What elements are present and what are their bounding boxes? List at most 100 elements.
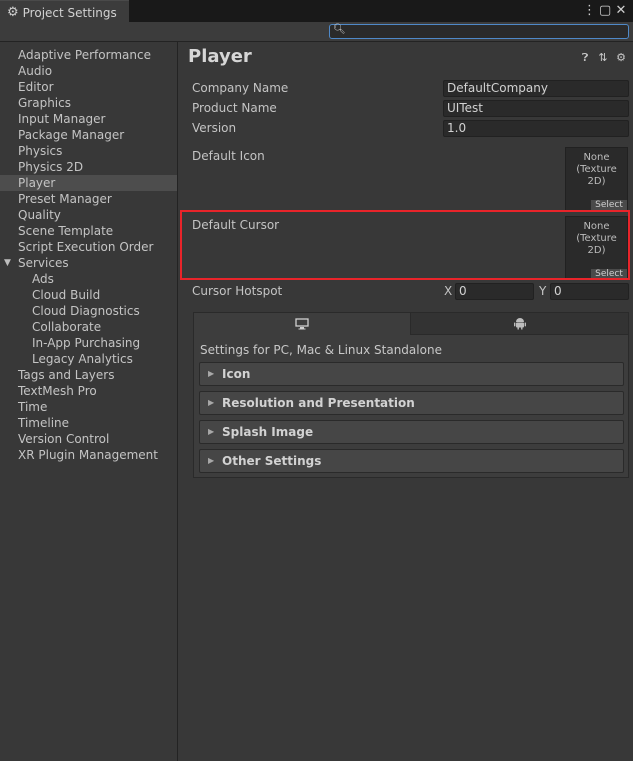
platform-tabs — [194, 313, 628, 335]
sidebar-item-tags-and-layers[interactable]: Tags and Layers — [0, 367, 177, 383]
sidebar-item-label: Package Manager — [18, 128, 125, 142]
expand-arrow-icon: ▶ — [208, 369, 215, 378]
sidebar-item-label: Physics 2D — [18, 160, 84, 174]
sidebar-item-label: Tags and Layers — [18, 368, 115, 382]
search-box[interactable]: 🔍︎ — [329, 24, 629, 39]
sidebar-item-label: Physics — [18, 144, 63, 158]
help-icon[interactable]: ❓︎ — [579, 51, 591, 65]
sidebar-item-label: Quality — [18, 208, 61, 222]
settings-sidebar: Adaptive Performance Audio Editor Graphics I… — [0, 42, 178, 761]
company-name-label: Company Name — [192, 81, 289, 95]
player-settings-panel: Player ❓︎ ⇅ ⚙ Company Name DefaultCompan… — [179, 42, 633, 761]
default-icon-value: None (Texture 2D) — [566, 152, 627, 188]
window-controls: ⋮ ▢ ✕ — [583, 2, 627, 20]
default-icon-texture-field[interactable]: None (Texture 2D) Select — [565, 147, 628, 211]
sidebar-item-label: Script Execution Order — [18, 240, 154, 254]
hotspot-y-label: Y — [539, 284, 547, 298]
sidebar-item-physics[interactable]: Physics — [0, 143, 177, 159]
search-input[interactable] — [344, 25, 624, 38]
hotspot-x-field[interactable]: 0 — [455, 283, 534, 300]
monitor-icon — [295, 318, 309, 330]
sidebar-item-xr-plugin-management[interactable]: XR Plugin Management — [0, 447, 177, 463]
platform-caption: Settings for PC, Mac & Linux Standalone — [200, 343, 442, 357]
section-splash[interactable]: ▶ Splash Image — [199, 420, 624, 444]
company-name-field[interactable]: DefaultCompany — [443, 80, 629, 97]
tab-standalone[interactable] — [194, 313, 411, 335]
maximize-icon[interactable]: ▢ — [599, 2, 611, 20]
close-icon[interactable]: ✕ — [615, 2, 627, 20]
section-other-label: Other Settings — [222, 454, 322, 468]
sidebar-item-label: Legacy Analytics — [32, 352, 133, 366]
window-tab[interactable]: ⚙ Project Settings — [0, 0, 129, 24]
product-name-label: Product Name — [192, 101, 277, 115]
sidebar-item-timeline[interactable]: Timeline — [0, 415, 177, 431]
sidebar-item-label: Timeline — [18, 416, 70, 430]
default-icon-select-button[interactable]: Select — [591, 200, 627, 210]
gear-icon: ⚙ — [7, 5, 19, 20]
sidebar-item-legacy-analytics[interactable]: Legacy Analytics — [0, 351, 177, 367]
sidebar-item-label: Scene Template — [18, 224, 114, 238]
settings-icon[interactable]: ⚙ — [615, 51, 627, 65]
foldout-arrow-icon[interactable]: ▼ — [4, 255, 11, 271]
sidebar-item-time[interactable]: Time — [0, 399, 177, 415]
sidebar-item-graphics[interactable]: Graphics — [0, 95, 177, 111]
sidebar-item-cloud-diagnostics[interactable]: Cloud Diagnostics — [0, 303, 177, 319]
presets-icon[interactable]: ⇅ — [597, 51, 609, 65]
hotspot-y-field[interactable]: 0 — [550, 283, 629, 300]
section-resolution-label: Resolution and Presentation — [222, 396, 415, 410]
sidebar-item-editor[interactable]: Editor — [0, 79, 177, 95]
sidebar-item-audio[interactable]: Audio — [0, 63, 177, 79]
sidebar-item-label: Player — [18, 176, 56, 190]
sidebar-item-label: Preset Manager — [18, 192, 112, 206]
sidebar-item-version-control[interactable]: Version Control — [0, 431, 177, 447]
sidebar-item-ads[interactable]: Ads — [0, 271, 177, 287]
sidebar-item-label: TextMesh Pro — [18, 384, 97, 398]
sidebar-item-label: Graphics — [18, 96, 71, 110]
section-other[interactable]: ▶ Other Settings — [199, 449, 624, 473]
title-bar: ⚙ Project Settings ⋮ ▢ ✕ — [0, 0, 633, 24]
tab-android[interactable] — [411, 313, 628, 335]
sidebar-item-quality[interactable]: Quality — [0, 207, 177, 223]
sidebar-item-label: Cloud Build — [32, 288, 101, 302]
sidebar-item-package-manager[interactable]: Package Manager — [0, 127, 177, 143]
default-icon-value-line2: (Texture 2D) — [576, 164, 617, 187]
sidebar-item-label: Ads — [32, 272, 54, 286]
more-options-icon[interactable]: ⋮ — [583, 2, 596, 20]
expand-arrow-icon: ▶ — [208, 398, 215, 407]
sidebar-item-preset-manager[interactable]: Preset Manager — [0, 191, 177, 207]
sidebar-item-label: Version Control — [18, 432, 110, 446]
section-resolution[interactable]: ▶ Resolution and Presentation — [199, 391, 624, 415]
expand-arrow-icon: ▶ — [208, 427, 215, 436]
default-icon-value-line1: None — [583, 152, 610, 163]
page-title: Player — [188, 46, 252, 67]
section-icon-label: Icon — [222, 367, 251, 381]
window-title: Project Settings — [22, 5, 117, 20]
sidebar-item-label: Adaptive Performance — [18, 48, 151, 62]
sidebar-item-adaptive-performance[interactable]: Adaptive Performance — [0, 47, 177, 63]
sidebar-item-script-execution-order[interactable]: Script Execution Order — [0, 239, 177, 255]
sidebar-item-textmesh-pro[interactable]: TextMesh Pro — [0, 383, 177, 399]
sidebar-item-label: XR Plugin Management — [18, 448, 158, 462]
sidebar-item-input-manager[interactable]: Input Manager — [0, 111, 177, 127]
sidebar-item-label: Editor — [18, 80, 54, 94]
version-field[interactable]: 1.0 — [443, 120, 629, 137]
sidebar-item-physics-2d[interactable]: Physics 2D — [0, 159, 177, 175]
sidebar-item-collaborate[interactable]: Collaborate — [0, 319, 177, 335]
sidebar-item-in-app-purchasing[interactable]: In-App Purchasing — [0, 335, 177, 351]
sidebar-item-label: Audio — [18, 64, 53, 78]
product-name-field[interactable]: UITest — [443, 100, 629, 117]
section-splash-label: Splash Image — [222, 425, 314, 439]
sidebar-item-label: Collaborate — [32, 320, 102, 334]
hotspot-x-label: X — [444, 284, 453, 298]
sidebar-item-label: Input Manager — [18, 112, 106, 126]
sidebar-item-player[interactable]: Player — [0, 175, 177, 191]
section-icon[interactable]: ▶ Icon — [199, 362, 624, 386]
sidebar-item-label: Cloud Diagnostics — [32, 304, 140, 318]
sidebar-item-cloud-build[interactable]: Cloud Build — [0, 287, 177, 303]
sidebar-item-label: In-App Purchasing — [32, 336, 141, 350]
platform-settings: Settings for PC, Mac & Linux Standalone … — [193, 312, 629, 478]
version-label: Version — [192, 121, 237, 135]
sidebar-item-label: Time — [18, 400, 48, 414]
sidebar-item-scene-template[interactable]: Scene Template — [0, 223, 177, 239]
sidebar-item-services[interactable]: ▼ Services — [0, 255, 177, 271]
